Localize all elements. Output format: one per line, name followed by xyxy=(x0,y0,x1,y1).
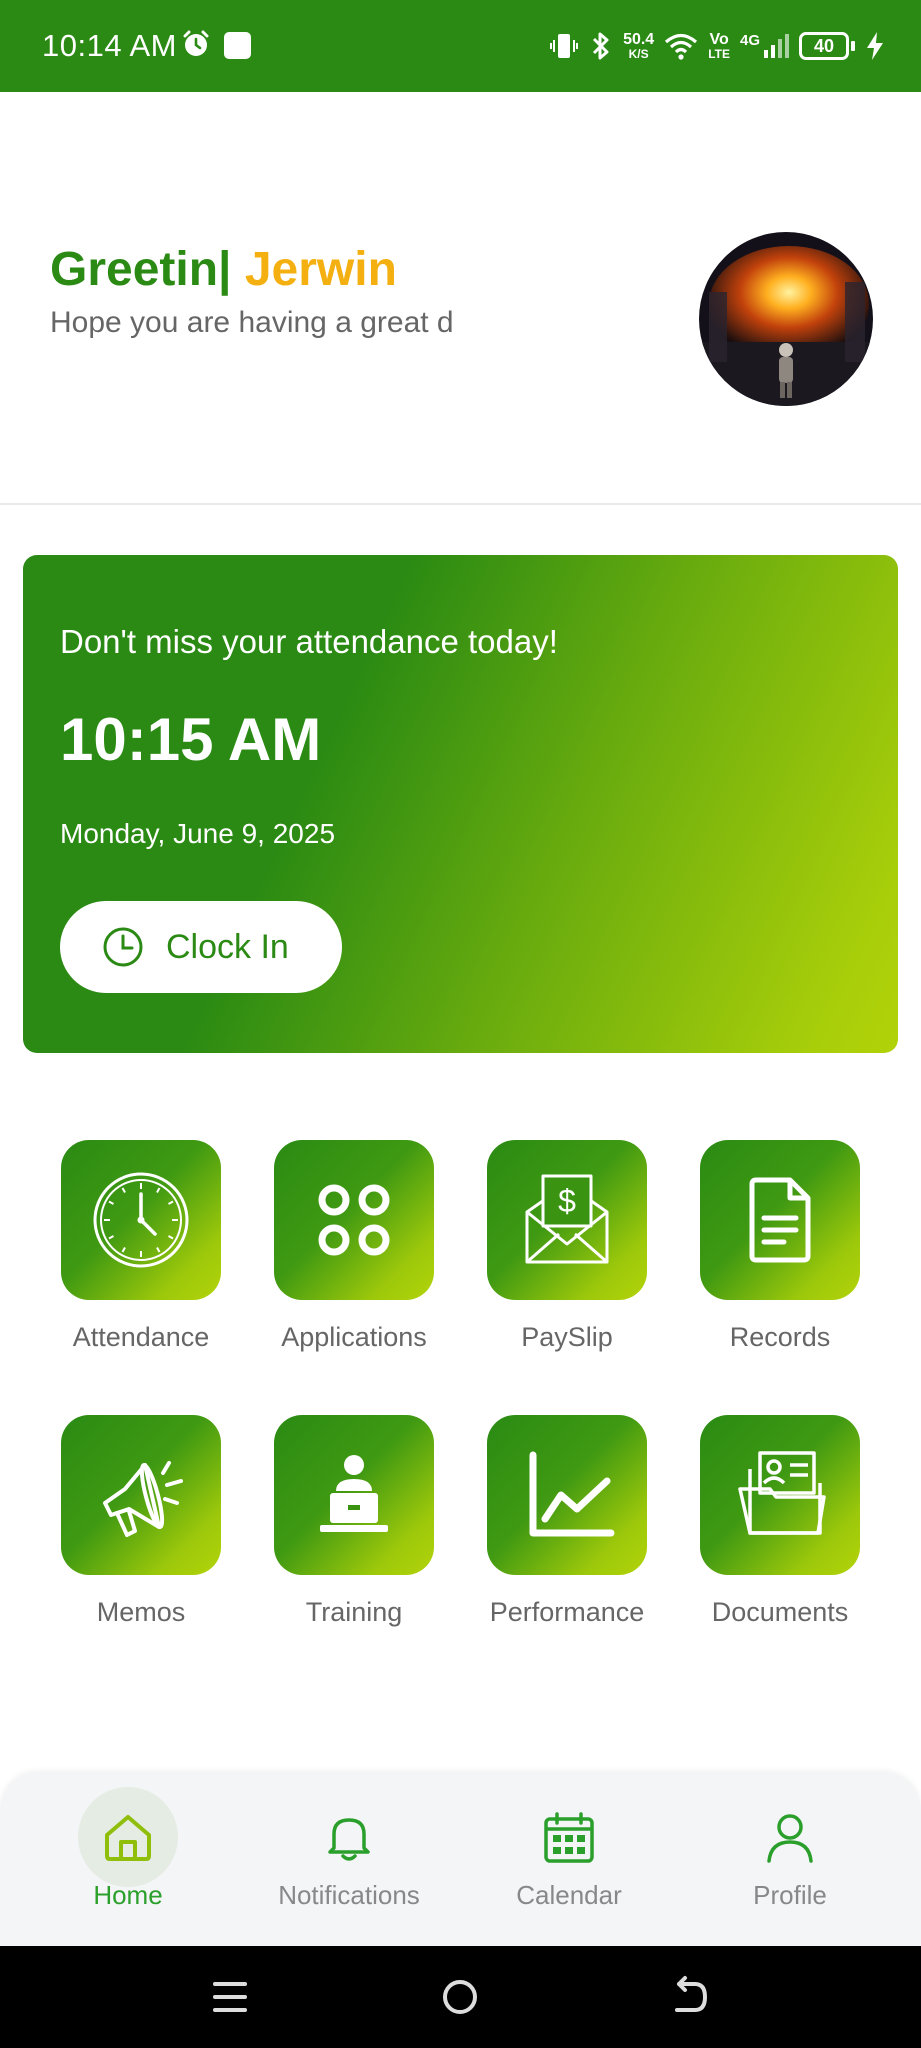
greeting-title: Greetin| Jerwin xyxy=(50,240,397,300)
status-bar: 10:14 AM 50.4 K/S Vo LTE 4G 40 xyxy=(0,0,921,92)
vibrate-icon xyxy=(550,34,579,58)
presenter-laptop-icon xyxy=(320,1455,388,1532)
header-divider xyxy=(0,503,921,505)
greeting-text: Greetin| xyxy=(50,243,232,296)
current-date: Monday, June 9, 2025 xyxy=(60,818,336,849)
signal-indicator: 4G xyxy=(740,33,789,59)
clock-icon xyxy=(93,1172,189,1268)
clock-in-label: Clock In xyxy=(166,927,289,966)
person-icon xyxy=(767,1814,813,1863)
documents-label: Documents xyxy=(711,1597,849,1627)
volte-indicator: Vo LTE xyxy=(708,31,730,61)
svg-text:$: $ xyxy=(558,1183,576,1219)
line-chart-icon xyxy=(529,1451,615,1537)
greeting-subtitle: Hope you are having a great d xyxy=(50,306,454,339)
square-notification-icon xyxy=(224,32,251,59)
nav-calendar[interactable]: Calendar xyxy=(454,1772,684,1946)
memos-label: Memos xyxy=(96,1597,186,1627)
bell-icon xyxy=(328,1818,370,1861)
documents-tile[interactable] xyxy=(700,1415,860,1575)
records-tile[interactable] xyxy=(700,1140,860,1300)
status-time: 10:14 AM xyxy=(42,28,177,63)
status-icons: 50.4 K/S Vo LTE 4G 40 xyxy=(549,24,885,68)
clock-in-icon xyxy=(103,927,143,967)
attendance-reminder: Don't miss your attendance today! xyxy=(60,623,558,660)
system-navigation-bar xyxy=(0,1946,921,2048)
greeting-name: Jerwin xyxy=(244,243,397,296)
payslip-label: PaySlip xyxy=(521,1322,613,1352)
bluetooth-icon xyxy=(593,32,609,60)
battery-icon: 40 xyxy=(799,32,855,60)
nav-profile-label: Profile xyxy=(753,1880,827,1910)
alarm-icon xyxy=(183,30,209,56)
menu-icon[interactable] xyxy=(205,1972,255,2022)
current-time: 10:15 AM xyxy=(60,706,322,773)
avatar-image xyxy=(699,232,873,406)
applications-tile[interactable] xyxy=(274,1140,434,1300)
document-icon xyxy=(749,1177,811,1263)
attendance-tile[interactable] xyxy=(61,1140,221,1300)
training-tile[interactable] xyxy=(274,1415,434,1575)
home-circle-icon[interactable] xyxy=(435,1972,485,2022)
megaphone-icon xyxy=(103,1461,183,1537)
performance-tile[interactable] xyxy=(487,1415,647,1575)
nav-calendar-label: Calendar xyxy=(516,1880,622,1910)
wifi-icon xyxy=(665,33,698,60)
back-icon[interactable] xyxy=(665,1972,715,2022)
calendar-icon xyxy=(544,1812,594,1863)
battery-level: 40 xyxy=(799,32,849,60)
avatar[interactable] xyxy=(699,232,873,406)
performance-label: Performance xyxy=(489,1597,645,1627)
records-label: Records xyxy=(729,1322,831,1352)
home-icon xyxy=(105,1815,151,1861)
nav-profile[interactable]: Profile xyxy=(675,1772,905,1946)
attendance-label: Attendance xyxy=(72,1322,210,1352)
apps-icon xyxy=(318,1184,390,1256)
clock-in-button[interactable]: Clock In xyxy=(60,901,342,993)
folder-id-icon xyxy=(738,1451,826,1535)
training-label: Training xyxy=(305,1597,403,1627)
charging-icon xyxy=(867,32,883,60)
attendance-card: Don't miss your attendance today! 10:15 … xyxy=(23,555,898,1053)
bottom-navigation: Home Notifications Calendar Profile xyxy=(0,1772,921,1946)
nav-home-label: Home xyxy=(93,1880,163,1910)
nav-notifications[interactable]: Notifications xyxy=(234,1772,464,1946)
signal-icon xyxy=(764,34,789,58)
payslip-tile[interactable]: $ xyxy=(487,1140,647,1300)
nav-home[interactable]: Home xyxy=(13,1772,243,1946)
memos-tile[interactable] xyxy=(61,1415,221,1575)
payslip-envelope-icon: $ xyxy=(525,1174,609,1264)
network-speed: 50.4 K/S xyxy=(623,31,655,61)
applications-label: Applications xyxy=(281,1322,427,1352)
nav-notifications-label: Notifications xyxy=(278,1880,420,1910)
